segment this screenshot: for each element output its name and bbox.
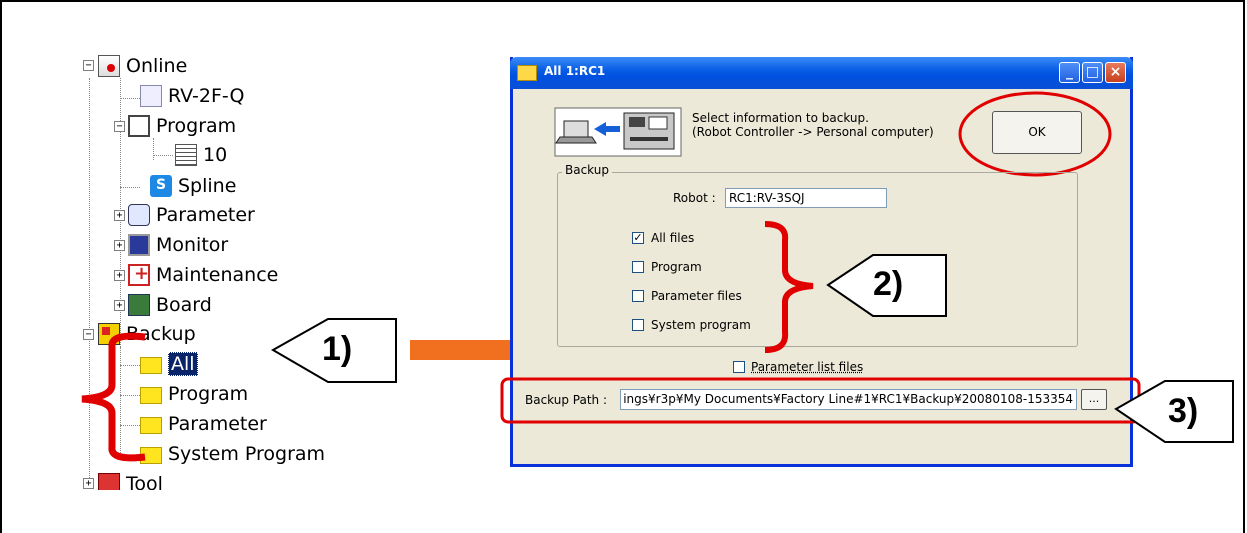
tree-item-backup-system-program[interactable]: System Program [140,439,325,469]
laptop-to-controller-icon [554,107,682,157]
expand-maintenance-button[interactable]: + [114,270,125,281]
monitor-icon [128,234,150,256]
tree-item-label: Program [168,383,249,405]
backup-group-label: Backup [562,163,612,177]
collapse-online-button[interactable]: − [83,60,94,71]
online-icon [98,55,120,77]
tree-item-label: Parameter [168,413,267,435]
tree-item-program-10[interactable]: 10 [175,140,227,170]
callout-1-label: 1) [322,330,353,368]
tree-item-program[interactable]: Program [128,111,236,141]
board-icon [128,294,150,316]
callout-2-label: 2) [873,265,904,303]
close-button[interactable]: × [1105,62,1126,83]
document-icon [175,144,197,166]
tree-item-parameter[interactable]: Parameter [128,200,255,230]
parameter-list-label: Parameter list files [751,360,864,374]
system-program-label: System program [651,318,751,332]
folder-icon [517,65,537,81]
all-files-checkbox[interactable]: ✓ [632,232,644,244]
red-brace-backup [81,332,146,462]
dialog-message-line1: Select information to backup. [692,111,869,125]
tree-item-monitor[interactable]: Monitor [128,230,228,260]
tree-item-maintenance[interactable]: Maintenance [128,260,278,290]
tree-item-label: Spline [178,175,237,197]
parameter-list-checkbox[interactable] [733,361,745,373]
expand-monitor-button[interactable]: + [114,240,125,251]
tree-item-label: Monitor [156,234,229,256]
tree-item-label: Online [126,55,188,77]
tree-line [153,155,173,156]
expand-board-button[interactable]: + [114,300,125,311]
dialog-titlebar[interactable]: All 1:RC1 _ □ × [510,57,1133,89]
tree-item-label: RV-2F-Q [168,85,245,107]
tree-item-label: Maintenance [156,264,279,286]
system-program-checkbox[interactable] [632,319,644,331]
tree-line [153,138,154,160]
maximize-button[interactable]: □ [1082,62,1103,83]
tree-item-label: Board [156,294,212,316]
tree-item-label: System Program [168,443,326,465]
red-circle-ok [958,91,1112,177]
tree-item-robot[interactable]: RV-2F-Q [140,81,244,111]
spline-icon: S [150,175,172,197]
parameter-icon [128,204,150,226]
minimize-button[interactable]: _ [1059,62,1080,83]
clip-mask [2,490,502,533]
expand-parameter-button[interactable]: + [114,210,125,221]
tree-item-spline[interactable]: S Spline [150,171,236,201]
robot-icon [140,85,162,107]
program-icon [128,115,150,137]
tree-line [120,98,140,99]
robot-field[interactable]: RC1:RV-3SQJ [725,188,887,208]
tree-item-label: 10 [203,144,228,166]
robot-label: Robot : [673,191,716,205]
red-brace-checkboxes [764,221,814,353]
tree-line [120,187,140,188]
tree-item-label-selected: All [168,352,198,376]
tree-item-board[interactable]: Board [128,290,212,320]
parameter-files-checkbox[interactable] [632,290,644,302]
program-label: Program [651,260,702,274]
maintenance-icon [128,263,150,286]
tree-item-label: Program [156,115,237,137]
callout-3-label: 3) [1168,392,1199,430]
collapse-program-button[interactable]: − [114,121,125,132]
tree-item-label: Parameter [156,204,255,226]
expand-tool-button[interactable]: + [83,478,94,489]
red-box-backup-path [500,377,1141,424]
dialog-message-line2: (Robot Controller -> Personal computer) [692,125,934,139]
program-checkbox[interactable] [632,261,644,273]
tree-item-online[interactable]: Online [98,51,187,81]
all-files-label: All files [651,231,695,245]
parameter-files-label: Parameter files [651,289,742,303]
dialog-title: All 1:RC1 [544,64,606,78]
